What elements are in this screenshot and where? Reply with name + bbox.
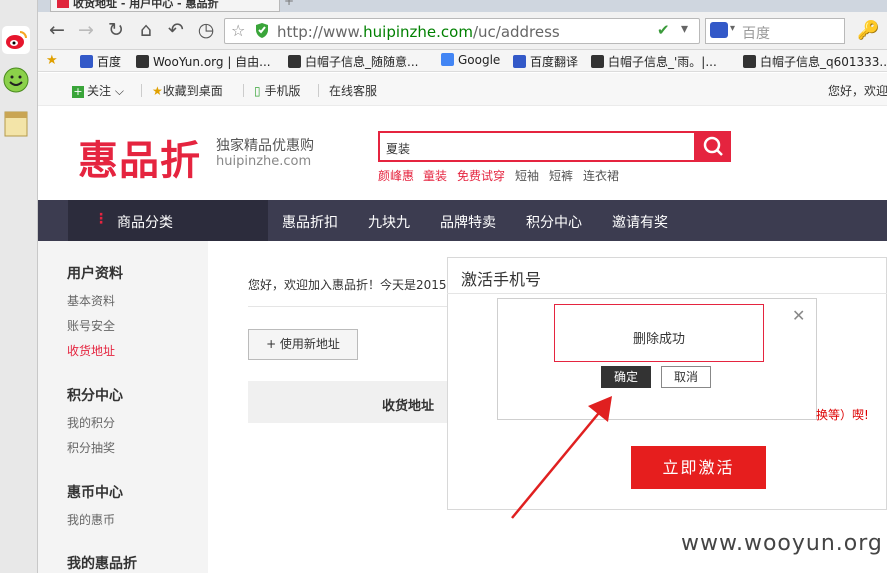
bookmarks-bar: ★ 百度 WooYun.org | 自由... 白帽子信息_随随意... Goo… bbox=[38, 50, 887, 72]
star-icon: ★ bbox=[152, 84, 163, 98]
dropdown-icon[interactable]: ▾ bbox=[681, 21, 688, 37]
logo-domain: huipinzhe.com bbox=[216, 154, 312, 169]
bookmark-item[interactable]: 百度翻译 bbox=[513, 53, 578, 70]
favicon-icon bbox=[57, 0, 69, 8]
bookmark-desktop-link[interactable]: ★收藏到桌面 bbox=[152, 82, 223, 99]
nav-item[interactable]: 邀请有奖 bbox=[612, 212, 668, 232]
divider bbox=[447, 293, 887, 294]
sidebar-item-lottery[interactable]: 积分抽奖 bbox=[67, 439, 115, 456]
category-button[interactable]: ⋮ 商品分类 bbox=[68, 200, 268, 241]
nav-item[interactable]: 九块九 bbox=[368, 212, 410, 232]
secure-shield-icon bbox=[255, 22, 269, 42]
address-bar[interactable]: ☆ http://www.huipinzhe.com/uc/address ✔ … bbox=[224, 18, 700, 44]
reload-icon[interactable]: ↻ bbox=[105, 18, 127, 42]
url-text: http://www.huipinzhe.com/uc/address bbox=[277, 23, 560, 41]
hot-word[interactable]: 免费试穿 bbox=[457, 167, 505, 184]
key-icon[interactable]: 🔑 bbox=[857, 20, 879, 41]
nav-item[interactable]: 品牌特卖 bbox=[440, 212, 496, 232]
sidebar-item-points[interactable]: 我的积分 bbox=[67, 414, 115, 431]
bookmark-item[interactable]: WooYun.org | 自由... bbox=[136, 53, 271, 70]
sidebar-item-profile[interactable]: 基本资料 bbox=[67, 292, 115, 309]
browser-tab[interactable]: 收货地址 - 用户中心 - 惠品折 bbox=[50, 0, 280, 12]
smiley-icon[interactable] bbox=[2, 66, 30, 94]
site-search-input[interactable]: 夏装 bbox=[378, 131, 696, 162]
back-icon[interactable]: ← bbox=[46, 18, 68, 42]
close-icon[interactable]: ✕ bbox=[792, 306, 805, 325]
new-tab-button[interactable]: + bbox=[284, 0, 304, 10]
undo-icon[interactable]: ↶ bbox=[165, 18, 187, 42]
bookmark-item[interactable]: 白帽子信息_q601333... bbox=[743, 53, 887, 70]
menu-dots-icon: ⋮ bbox=[94, 211, 108, 227]
service-link[interactable]: 在线客服 bbox=[329, 82, 377, 99]
sidebar-item-address[interactable]: 收货地址 bbox=[67, 342, 115, 359]
user-sidebar bbox=[38, 241, 208, 573]
annotation-arrow-icon bbox=[511, 396, 612, 519]
sidebar-heading: 用户资料 bbox=[67, 266, 123, 282]
cancel-button[interactable]: 取消 bbox=[661, 366, 711, 388]
nav-item[interactable]: 积分中心 bbox=[526, 212, 582, 232]
star-icon[interactable]: ☆ bbox=[231, 21, 245, 40]
phone-icon: ▯ bbox=[254, 84, 261, 98]
site-topbar: + 关注 ⌵ ★收藏到桌面 ▯ 手机版 在线客服 您好，欢迎 bbox=[38, 73, 887, 106]
bookmark-item[interactable]: 百度 bbox=[80, 53, 121, 70]
dialog-title: 激活手机号 bbox=[461, 270, 542, 289]
bookmark-item[interactable]: 白帽子信息_随随意... bbox=[288, 53, 418, 70]
search-engine-label: 百度 bbox=[742, 26, 770, 42]
home-icon[interactable]: ⌂ bbox=[135, 18, 157, 42]
nav-item[interactable]: 惠品折扣 bbox=[282, 212, 338, 232]
hot-word[interactable]: 短裤 bbox=[549, 167, 573, 184]
follow-link[interactable]: + 关注 ⌵ bbox=[72, 82, 124, 99]
divider bbox=[248, 306, 448, 307]
hot-word[interactable]: 短袖 bbox=[515, 167, 539, 184]
activate-button[interactable]: 立即激活 bbox=[631, 446, 766, 489]
desktop-sidebar bbox=[0, 0, 38, 573]
mobile-link[interactable]: ▯ 手机版 bbox=[254, 82, 300, 99]
hot-word[interactable]: 连衣裙 bbox=[583, 167, 619, 184]
ok-button[interactable]: 确定 bbox=[601, 366, 651, 388]
engine-dropdown-icon[interactable]: ▾ bbox=[730, 23, 735, 34]
search-icon bbox=[703, 136, 723, 156]
history-icon[interactable]: ◷ bbox=[195, 18, 217, 42]
search-button[interactable] bbox=[695, 131, 731, 162]
forward-icon[interactable]: → bbox=[75, 18, 97, 42]
bookmark-item[interactable]: Google bbox=[441, 53, 500, 67]
watermark: www.wooyun.org bbox=[681, 531, 883, 556]
sidebar-heading: 积分中心 bbox=[67, 388, 123, 404]
tip-text: 换等）喫! bbox=[816, 408, 869, 422]
message-text: 删除成功 bbox=[632, 332, 685, 347]
sidebar-item-security[interactable]: 账号安全 bbox=[67, 317, 115, 334]
hot-word[interactable]: 童装 bbox=[423, 167, 447, 184]
notes-icon[interactable] bbox=[2, 110, 30, 138]
slogan: 独家精品优惠购 bbox=[216, 138, 314, 154]
greeting-text: 您好，欢迎 bbox=[828, 84, 887, 98]
sidebar-heading: 我的惠品折 bbox=[67, 556, 137, 572]
pin-icon[interactable]: ✔ bbox=[657, 21, 670, 39]
sidebar-heading: 惠币中心 bbox=[67, 485, 123, 501]
add-address-button[interactable]: + 使用新地址 bbox=[248, 329, 358, 360]
baidu-paw-icon bbox=[710, 22, 728, 38]
plus-icon: + bbox=[72, 85, 84, 98]
hot-word[interactable]: 颜峰惠 bbox=[378, 167, 414, 184]
browser-search-box[interactable]: ▾ 百度 bbox=[705, 18, 845, 44]
column-header-address: 收货地址 bbox=[382, 399, 435, 414]
sidebar-item-coins[interactable]: 我的惠币 bbox=[67, 511, 115, 528]
bookmark-star-icon[interactable]: ★ bbox=[46, 53, 58, 68]
welcome-text: 您好，欢迎加入惠品折！今天是2015年 bbox=[248, 278, 446, 292]
bookmark-item[interactable]: 白帽子信息_'雨。|... bbox=[591, 53, 717, 70]
tab-title: 收货地址 - 用户中心 - 惠品折 bbox=[73, 0, 219, 10]
weibo-icon[interactable] bbox=[2, 26, 30, 54]
site-logo[interactable]: 惠品折 bbox=[78, 128, 201, 186]
